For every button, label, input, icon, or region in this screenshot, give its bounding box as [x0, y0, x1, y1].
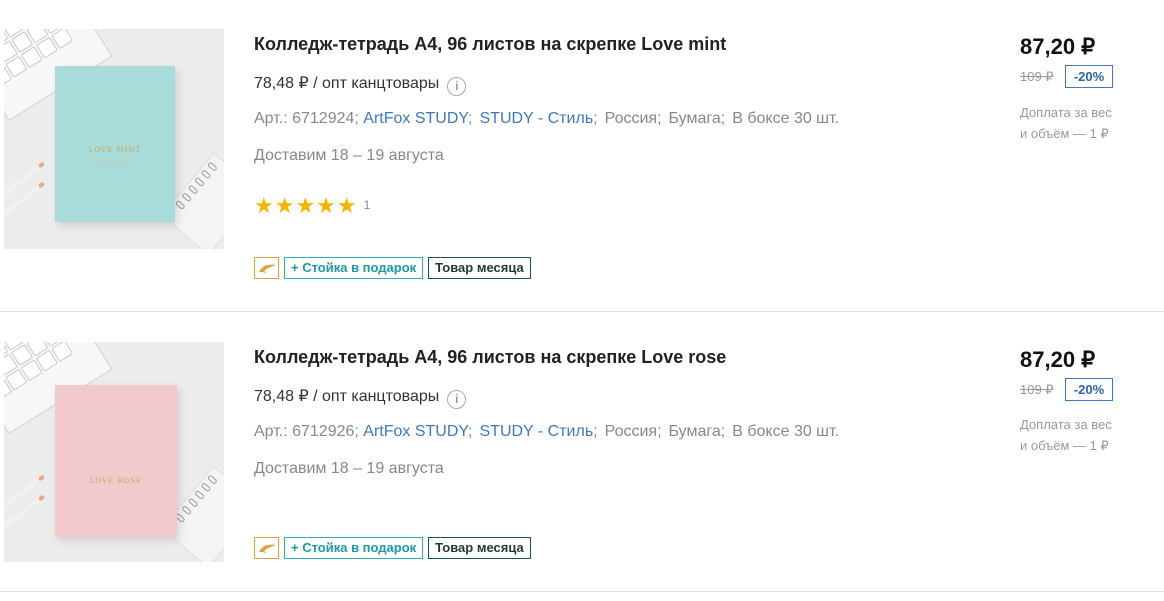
dolphin-icon[interactable]	[254, 257, 279, 279]
material: Бумага	[668, 423, 721, 440]
surcharge-line-2: и объём — 1 ₽	[1020, 438, 1109, 453]
rating-stars[interactable]: ★★★★★ 1	[254, 193, 370, 219]
article-number: Арт.: 6712926;	[254, 423, 359, 440]
product-card: LOVE ROSE Колледж-тетрадь А4, 96 листов …	[0, 312, 1164, 592]
cover-title: LOVE ROSE	[89, 477, 143, 485]
dolphin-icon[interactable]	[254, 537, 279, 559]
product-attributes: Арт.: 6712926; ArtFox STUDY; STUDY - Стил…	[254, 423, 840, 440]
dolphin-icon	[259, 543, 275, 553]
discount-badge: -20%	[1065, 378, 1113, 401]
wholesale-price-text: 78,48 ₽ / опт канцтовары	[254, 75, 440, 92]
info-icon[interactable]: i	[447, 390, 467, 409]
wholesale-price-text: 78,48 ₽ / опт канцтовары	[254, 388, 440, 405]
surcharge-line-1: Доплата за вес	[1020, 105, 1112, 120]
current-price: 87,20 ₽	[1020, 347, 1096, 372]
product-attributes: Арт.: 6712924; ArtFox STUDY; STUDY - Стил…	[254, 110, 840, 127]
box-quantity: В боксе 30 шт.	[732, 423, 840, 440]
delivery-info: Доставим 18 – 19 августа	[254, 147, 444, 164]
box-quantity: В боксе 30 шт.	[732, 110, 840, 127]
country: Россия	[604, 110, 658, 127]
gift-stand-badge[interactable]: + Стойка в подарок	[284, 537, 424, 559]
old-price: 109 ₽	[1020, 382, 1054, 397]
product-of-month-badge[interactable]: Товар месяца	[428, 537, 531, 559]
star-icons: ★★★★★	[254, 193, 358, 218]
pencil-decoration	[4, 477, 42, 511]
pencil-decoration	[4, 164, 42, 198]
surcharge-line-2: и объём — 1 ₽	[1020, 126, 1109, 141]
weight-surcharge: Доплата за вес и объём — 1 ₽	[1020, 414, 1130, 456]
style-link[interactable]: STUDY - Стиль	[480, 110, 594, 127]
wholesale-price: 78,48 ₽ / опт канцтовары i	[254, 73, 467, 96]
old-price: 109 ₽	[1020, 69, 1054, 84]
material: Бумага	[668, 110, 721, 127]
current-price: 87,20 ₽	[1020, 34, 1096, 59]
product-title[interactable]: Колледж-тетрадь А4, 96 листов на скрепке…	[254, 34, 726, 55]
reviews-count[interactable]: 1	[364, 198, 371, 212]
product-image[interactable]: LOVE MINT NOTEBOOK	[4, 29, 224, 249]
wholesale-price: 78,48 ₽ / опт канцтовары i	[254, 386, 467, 409]
country: Россия	[604, 423, 658, 440]
brand-link[interactable]: ArtFox STUDY	[363, 423, 468, 440]
product-of-month-badge[interactable]: Товар месяца	[428, 257, 531, 279]
cover-subtitle: NOTEBOOK	[99, 158, 131, 163]
brand-link[interactable]: ArtFox STUDY	[363, 110, 468, 127]
style-link[interactable]: STUDY - Стиль	[480, 423, 594, 440]
product-title[interactable]: Колледж-тетрадь А4, 96 листов на скрепке…	[254, 347, 726, 368]
info-icon[interactable]: i	[447, 77, 467, 96]
badges: + Стойка в подарок Товар месяца	[254, 537, 531, 559]
product-card: LOVE MINT NOTEBOOK Колледж-тетрадь А4, 9…	[0, 0, 1164, 312]
product-image[interactable]: LOVE ROSE	[4, 342, 224, 562]
surcharge-line-1: Доплата за вес	[1020, 417, 1112, 432]
delivery-info: Доставим 18 – 19 августа	[254, 460, 444, 477]
weight-surcharge: Доплата за вес и объём — 1 ₽	[1020, 102, 1130, 144]
notebook-cover: LOVE ROSE	[55, 385, 177, 537]
article-number: Арт.: 6712924;	[254, 110, 359, 127]
discount-badge: -20%	[1065, 65, 1113, 88]
dolphin-icon	[259, 263, 275, 273]
cover-title: LOVE MINT	[88, 146, 142, 154]
notebook-cover: LOVE MINT NOTEBOOK	[55, 66, 175, 222]
badges: + Стойка в подарок Товар месяца	[254, 257, 531, 279]
gift-stand-badge[interactable]: + Стойка в подарок	[284, 257, 424, 279]
